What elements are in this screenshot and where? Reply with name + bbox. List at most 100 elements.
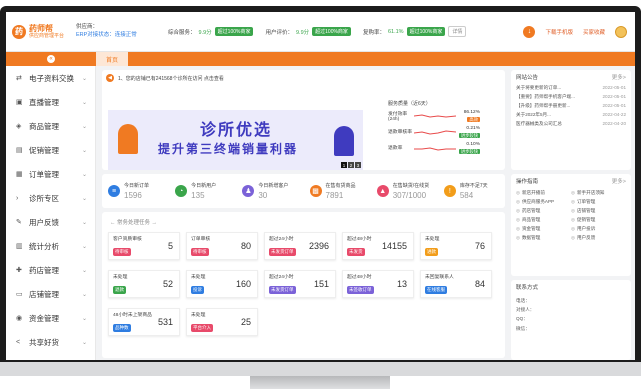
ops-guide-link[interactable]: 供应商服务APP [516,199,571,205]
ops-guide-link[interactable]: 商品管理 [516,217,571,223]
kpi-service: 综合服务： 9.9分 超过100%商家 [168,27,254,36]
ops-guide-link[interactable]: 资金管理 [516,226,571,232]
feedback-icon: ✎ [16,219,22,226]
task-card[interactable]: 未处理 平台介入 25 [186,308,258,336]
stat-item[interactable]: ! 库存不足7天 584 [438,182,505,200]
announcement-item[interactable]: 医疗器械类及公司汇总 2022-04-20 [511,120,631,129]
task-card[interactable]: 超过48小时 未签收订单 13 [342,270,414,298]
task-card[interactable]: 未处理 投诉 160 [186,270,258,298]
task-card[interactable]: 订单审核 待审核 80 [186,232,258,260]
order-icon: ▦ [16,171,23,178]
ops-guide-link[interactable]: 新手开店须知 [571,190,626,196]
sidebar-item[interactable]: ▤ 促销管理 ⌄ [6,138,95,162]
announcement-item[interactable]: 关于2022年5月... 2022-04-22 [511,111,631,120]
sidebar-item[interactable]: ▣ 直播管理 ⌄ [6,90,95,114]
sidebar-item[interactable]: ⇄ 电子资料交换 ⌄ [6,66,95,90]
task-badge: 未发货订单 [269,286,296,294]
stat-value: 1596 [124,191,142,200]
contact-line: QQ： [516,316,528,322]
notice-line[interactable]: ◀ 1、您的店铺已有241568个诊所在访问 点击查看 [106,74,224,82]
customer-icon: ♟ [242,185,255,197]
stat-item[interactable]: ≡ 今日新订单 1596 [102,182,169,200]
task-card[interactable]: 48小时未上架商品 品种数 531 [108,308,180,336]
ops-guide-link[interactable]: 用户投诉 [571,226,626,232]
kpi-badge: 超过100%商家 [214,27,254,36]
announcement-text: 关于2022年5月... [516,112,551,117]
announcement-item[interactable]: 关于将要更新的订单... 2022-05-01 [511,84,631,93]
banner-pager: 1 2 3 [341,162,361,168]
task-card[interactable]: 超过24小时 未发货订单 151 [264,270,336,298]
avatar[interactable] [615,25,627,38]
tab-home[interactable]: 首页 [96,52,129,66]
task-panel: ← 常务处理任务 → 客户资质审核 待审核 5 订单审核 待审核 80 超过24小时 未发货订… [102,212,505,358]
chevron-down-icon: ⌄ [81,75,87,82]
banner-page-3[interactable]: 3 [355,162,361,168]
banner-page-2[interactable]: 2 [348,162,354,168]
share-icon: < [16,338,21,346]
ops-guide-link[interactable]: 新店开播前 [516,190,571,196]
metric-label: 退款审核率 [388,130,412,136]
stats-bar: ≡ 今日新订单 1596 ◔ 今日新用户 135 ♟ 今日新增客户 30 ▩ 在售有货商品 7891 ▲… [102,174,505,208]
task-card[interactable]: 未处理 进款 76 [420,232,492,260]
ops-guide-link[interactable]: 促销管理 [571,217,626,223]
chevron-down-icon: ⌄ [81,123,87,130]
kpi-detail-button[interactable]: 详情 [448,26,467,37]
task-card[interactable]: 超过48小时 未发货 14155 [342,232,414,260]
task-card[interactable]: 超过24小时 未发货订单 2396 [264,232,336,260]
announcement-item[interactable]: 【重要】药师帮手机客户端... 2022-05-01 [511,93,631,102]
banner-page-1[interactable]: 1 [341,162,347,168]
kpi-label: 综合服务： [168,29,196,36]
logo[interactable]: 药 药师帮 供应商管理平台 [12,24,76,39]
stat-item[interactable]: ◔ 今日新用户 135 [169,182,236,200]
promo-banner[interactable]: 诊所优选 提升第三终端销量利器 1 2 3 [108,110,363,170]
task-card[interactable]: 客户资质审核 待审核 5 [108,232,180,260]
sidebar-item-label: 资金管理 [29,313,59,323]
stat-value: 584 [459,191,474,200]
sidebar-item[interactable]: ▥ 统计分析 ⌄ [6,234,95,258]
sidebar-item[interactable]: ✚ 药店管理 ⌄ [6,258,95,282]
kpi-badge: 超过100%商家 [312,27,351,36]
banner-person-right [334,126,354,156]
ops-guide-link[interactable]: 店铺管理 [571,208,626,214]
ops-guide-more-link[interactable]: 更多> [612,177,626,185]
announcements-more-link[interactable]: 更多> [612,73,626,81]
download-icon[interactable]: ↓ [523,25,536,38]
megaphone-icon: ◀ [106,74,114,82]
task-card[interactable]: 未回复联系人 在线客服 84 [420,270,492,298]
tab-bar: « 首页 [6,52,635,66]
sidebar-collapse-button[interactable]: « [6,55,96,63]
monitor-chin [0,362,641,376]
task-name: 48小时未上架商品 [113,313,152,318]
banner-title: 诊所优选 [200,122,273,139]
sidebar-item-label: 用户反馈 [29,217,59,227]
metric-value: 0.21% [466,126,480,132]
stat-item[interactable]: ▩ 在售有货商品 7891 [304,182,371,200]
collapse-icon: « [47,55,55,63]
task-card[interactable]: 未处理 退款 52 [108,270,180,298]
task-name: 客户资质审核 [113,237,142,242]
ops-guide-link[interactable]: 数据管理 [516,235,571,241]
task-name: 订单审核 [191,237,211,242]
contact-line: 微信： [516,325,530,331]
sidebar-item-label: 统计分析 [29,241,59,251]
store-icon: ✚ [16,267,22,274]
stat-item[interactable]: ▲ 在售缺货/在线货 307/1000 [371,182,438,200]
sidebar-item[interactable]: ▭ 店铺管理 ⌄ [6,282,95,306]
favorites-link[interactable]: 买家收藏 [583,28,605,36]
ops-guide-link[interactable]: 药店管理 [516,208,571,214]
sidebar-item[interactable]: ◈ 商品管理 ⌄ [6,114,95,138]
metric-value: 86.12% [463,110,480,116]
stat-item[interactable]: ♟ 今日新增客户 30 [236,182,303,200]
task-name: 未处理 [425,237,440,242]
announcement-item[interactable]: 【升级】药师帮手册更新... 2022-05-01 [511,102,631,111]
sidebar-item[interactable]: < 共享好货 ⌄ [6,330,95,354]
sidebar-item[interactable]: ▦ 订单管理 ⌄ [6,162,95,186]
stat-label: 在售缺货/在线货 [392,183,430,189]
sidebar-item[interactable]: ✎ 用户反馈 ⌄ [6,210,95,234]
ops-guide-link[interactable]: 用户反馈 [571,235,626,241]
download-app-link[interactable]: 下载手机版 [545,28,573,36]
sidebar-item[interactable]: ◉ 资金管理 ⌄ [6,306,95,330]
sidebar-item[interactable]: › 诊所专区 ⌄ [6,186,95,210]
logo-icon: 药 [12,24,26,39]
ops-guide-link[interactable]: 订单管理 [571,199,626,205]
